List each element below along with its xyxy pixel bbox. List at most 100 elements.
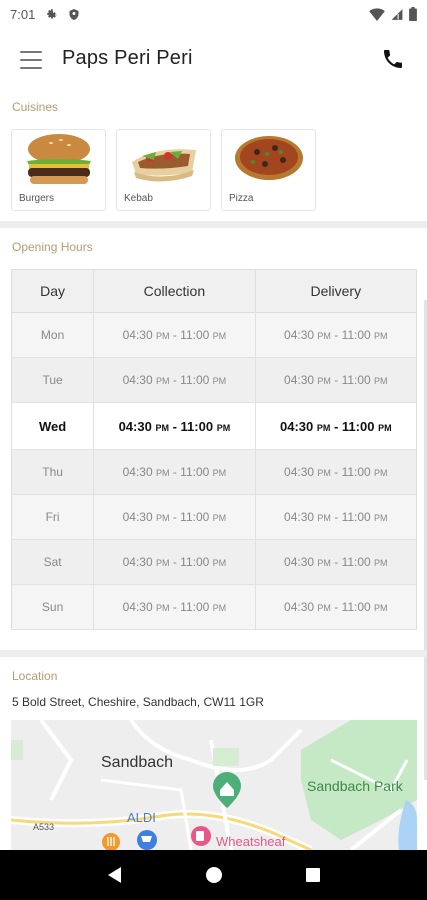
app-bar: Paps Peri Peri: [0, 28, 427, 90]
day-cell: Wed: [11, 402, 95, 450]
opening-hours-label: Opening Hours: [12, 240, 93, 254]
open-ampm: PM: [317, 603, 331, 613]
time-separator: -: [169, 465, 181, 479]
open-ampm: PM: [317, 468, 331, 478]
open-ampm: PM: [317, 513, 331, 523]
day-cell: Tue: [11, 357, 95, 403]
open-ampm: PM: [317, 331, 331, 341]
wifi-icon: [369, 7, 385, 21]
open-time: 04:30: [284, 600, 315, 614]
open-time: 04:30: [122, 510, 153, 524]
close-ampm: PM: [374, 603, 388, 613]
collection-hours-cell: 04:30 PM - 11:00 PM: [93, 584, 256, 630]
cuisine-label: Kebab: [124, 193, 153, 204]
close-ampm: PM: [212, 468, 227, 478]
delivery-hours-cell: 04:30 PM - 11:00 PM: [255, 585, 416, 630]
burger-image: [27, 134, 91, 184]
gear-icon: [47, 8, 58, 19]
open-time: 04:30: [122, 373, 153, 387]
table-row: Sun 04:30 PM - 11:00 PM 04:30 PM - 11:00 P…: [11, 584, 417, 630]
open-time: 04:30: [279, 418, 314, 434]
location-label: Location: [12, 669, 58, 683]
close-time: 11:00: [180, 510, 210, 524]
recents-icon[interactable]: [298, 860, 328, 890]
time-separator: -: [330, 600, 342, 614]
table-header-row: Day Collection Delivery: [11, 269, 417, 313]
section-divider: [0, 650, 427, 657]
close-ampm: PM: [374, 513, 388, 523]
header-delivery: Delivery: [310, 283, 362, 299]
cuisine-card-burgers[interactable]: Burgers: [11, 129, 106, 211]
open-ampm: PM: [155, 331, 170, 341]
day-cell: Mon: [11, 312, 95, 358]
delivery-hours-cell: 04:30 PM - 11:00 PM: [255, 403, 416, 450]
table-row: Thu 04:30 PM - 11:00 PM 04:30 PM - 11:00 P…: [11, 449, 417, 495]
map-label: ALDI: [127, 810, 156, 825]
close-time: 11:00: [180, 418, 214, 434]
collection-hours-cell: 04:30 PM - 11:00 PM: [93, 357, 256, 403]
time-separator: -: [330, 373, 342, 387]
status-bar: 7:01: [0, 0, 427, 28]
kebab-image: [132, 149, 196, 182]
cuisine-label: Burgers: [19, 193, 55, 204]
close-ampm: PM: [212, 331, 227, 341]
home-icon[interactable]: [199, 860, 229, 890]
table-row: Wed 04:30 PM - 11:00 PM 04:30 PM - 11:00 P…: [11, 402, 417, 450]
phone-icon[interactable]: [381, 47, 405, 71]
open-time: 04:30: [284, 373, 315, 387]
time-separator: -: [330, 328, 342, 342]
time-separator: -: [330, 555, 342, 569]
cuisines-label: Cuisines: [12, 100, 59, 114]
time-separator: -: [330, 510, 342, 524]
collection-hours-cell: 04:30 PM - 11:00 PM: [93, 494, 256, 540]
section-divider: [0, 221, 427, 228]
open-time: 04:30: [284, 465, 315, 479]
collection-hours-cell: 04:30 PM - 11:00 PM: [93, 312, 256, 358]
delivery-hours-cell: 04:30 PM - 11:00 PM: [255, 495, 416, 540]
close-ampm: PM: [374, 331, 388, 341]
collection-hours-cell: 04:30 PM - 11:00 PM: [93, 402, 256, 450]
open-time: 04:30: [284, 328, 315, 342]
map-label: Sandbach Park: [307, 778, 404, 794]
open-ampm: PM: [317, 558, 331, 568]
open-ampm: PM: [317, 376, 331, 386]
table-row: Tue 04:30 PM - 11:00 PM 04:30 PM - 11:00 P…: [11, 357, 417, 403]
close-time: 11:00: [341, 600, 371, 614]
cuisine-label: Pizza: [229, 193, 254, 204]
map-label: Sandbach: [101, 754, 173, 771]
open-ampm: PM: [155, 376, 170, 386]
time-separator: -: [169, 555, 181, 569]
open-ampm: PM: [316, 422, 331, 433]
close-ampm: PM: [212, 603, 227, 613]
open-time: 04:30: [122, 465, 153, 479]
opening-hours-table: Day Collection Delivery Mon 04:30 PM - 11…: [11, 269, 417, 630]
open-time: 04:30: [118, 418, 152, 434]
cuisine-list: Burgers Kebab Pizza: [11, 129, 316, 211]
close-time: 11:00: [180, 600, 210, 614]
close-time: 11:00: [180, 373, 210, 387]
close-time: 11:00: [341, 510, 371, 524]
open-ampm: PM: [155, 513, 170, 523]
open-time: 04:30: [284, 510, 315, 524]
open-time: 04:30: [122, 328, 153, 342]
day-cell: Fri: [11, 494, 95, 540]
shopping-cart-icon: [137, 830, 157, 850]
shield-icon: [69, 8, 79, 20]
back-icon[interactable]: [100, 860, 130, 890]
cuisine-card-kebab[interactable]: Kebab: [116, 129, 211, 211]
close-time: 11:00: [341, 465, 371, 479]
close-time: 11:00: [180, 465, 210, 479]
day-cell: Sun: [11, 584, 95, 630]
close-time: 11:00: [180, 555, 210, 569]
delivery-hours-cell: 04:30 PM - 11:00 PM: [255, 313, 416, 358]
location-map[interactable]: Sandbach Sandbach Park ALDI Wheatsheaf A…: [11, 720, 417, 850]
open-time: 04:30: [122, 600, 153, 614]
time-separator: -: [169, 373, 181, 387]
close-ampm: PM: [212, 513, 227, 523]
table-row: Mon 04:30 PM - 11:00 PM 04:30 PM - 11:00 P…: [11, 312, 417, 358]
open-ampm: PM: [155, 603, 170, 613]
hamburger-menu-icon[interactable]: [20, 51, 42, 69]
cuisine-card-pizza[interactable]: Pizza: [221, 129, 316, 211]
table-row: Sat 04:30 PM - 11:00 PM 04:30 PM - 11:00 P…: [11, 539, 417, 585]
close-ampm: PM: [378, 422, 392, 433]
